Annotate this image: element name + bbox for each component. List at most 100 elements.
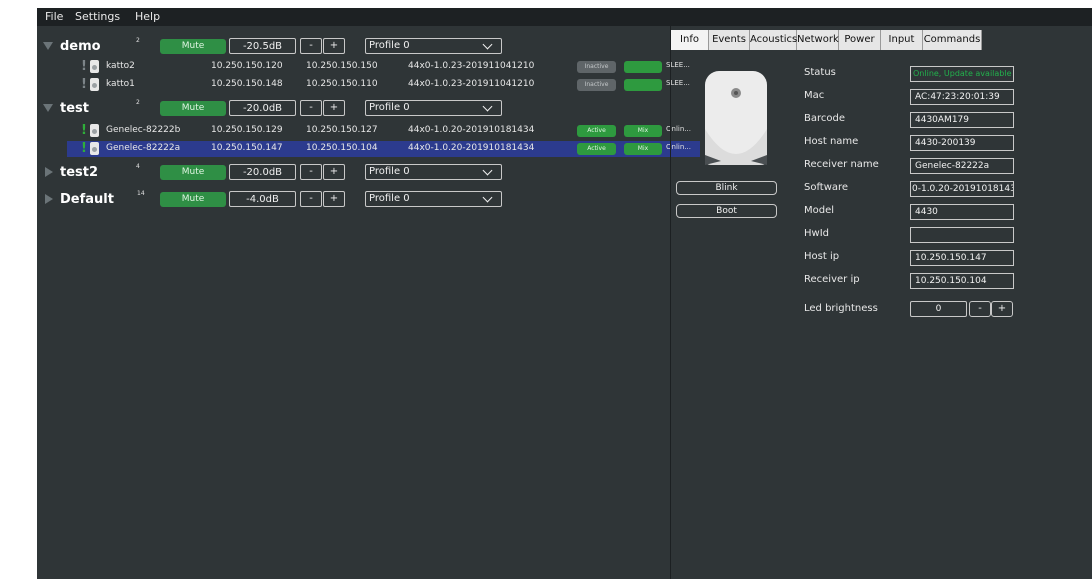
volume-up-button[interactable]: +: [323, 100, 345, 116]
hostname-label: Host name: [804, 136, 859, 147]
chevron-down-icon: [482, 192, 493, 203]
volume-field[interactable]: -20.0dB: [229, 164, 296, 180]
mix-button[interactable]: Mix: [624, 143, 662, 155]
mix-button[interactable]: [624, 61, 662, 73]
volume-field[interactable]: -4.0dB: [229, 191, 296, 207]
receiver-ip-field[interactable]: 10.250.150.104: [910, 273, 1014, 289]
tab-network[interactable]: Network: [797, 30, 839, 50]
profile-select[interactable]: Profile 0: [365, 164, 502, 180]
warning-icon: !: [81, 141, 87, 156]
group-name: test: [60, 101, 89, 116]
group-row-test2: test2 4 Mute -20.0dB - + Profile 0: [37, 162, 537, 184]
speaker-icon: [90, 124, 99, 137]
status-badge: Inactive: [577, 79, 616, 91]
menu-settings[interactable]: Settings: [75, 10, 120, 23]
menu-file[interactable]: File: [45, 10, 63, 23]
hostname-field[interactable]: 4430-200139: [910, 135, 1014, 151]
device-info-panel: Info Events Acoustics Network Power Inpu…: [670, 26, 1092, 579]
profile-select[interactable]: Profile 0: [365, 38, 502, 54]
device-receiver-ip: 10.250.150.110: [306, 79, 378, 89]
group-name: Default: [60, 192, 114, 207]
device-firmware: 44x0-1.0.23-201911041210: [408, 61, 535, 71]
receiver-name-field[interactable]: Genelec-82222a: [910, 158, 1014, 174]
led-brightness-field[interactable]: 0: [910, 301, 967, 317]
volume-down-button[interactable]: -: [300, 38, 322, 54]
collapse-arrow-icon[interactable]: [43, 42, 53, 50]
volume-up-button[interactable]: +: [323, 164, 345, 180]
blink-button[interactable]: Blink: [676, 181, 777, 195]
tab-input[interactable]: Input: [881, 30, 923, 50]
led-increase-button[interactable]: +: [991, 301, 1013, 317]
device-name: katto2: [106, 61, 135, 71]
volume-down-button[interactable]: -: [300, 100, 322, 116]
volume-field[interactable]: -20.5dB: [229, 38, 296, 54]
host-ip-field[interactable]: 10.250.150.147: [910, 250, 1014, 266]
led-decrease-button[interactable]: -: [969, 301, 991, 317]
status-badge: Inactive: [577, 61, 616, 73]
collapse-arrow-icon[interactable]: [43, 104, 53, 112]
tab-events[interactable]: Events: [709, 30, 750, 50]
device-row-katto2[interactable]: ! katto2 10.250.150.120 10.250.150.150 4…: [70, 59, 700, 75]
barcode-field[interactable]: 4430AM179: [910, 112, 1014, 128]
device-name: Genelec-82222b: [106, 125, 181, 135]
tab-commands[interactable]: Commands: [923, 30, 982, 50]
device-receiver-ip: 10.250.150.127: [306, 125, 378, 135]
mix-button[interactable]: Mix: [624, 125, 662, 137]
group-count: 2: [136, 99, 140, 106]
volume-up-button[interactable]: +: [323, 191, 345, 207]
profile-select[interactable]: Profile 0: [365, 191, 502, 207]
mute-button[interactable]: Mute: [160, 165, 226, 180]
group-count: 14: [137, 190, 145, 197]
boot-button[interactable]: Boot: [676, 204, 777, 218]
mute-button[interactable]: Mute: [160, 101, 226, 116]
mac-label: Mac: [804, 90, 825, 101]
device-row-genelec-82222b[interactable]: ! Genelec-82222b 10.250.150.129 10.250.1…: [70, 123, 700, 139]
speaker-icon: [90, 60, 99, 73]
speaker-icon: [90, 78, 99, 91]
group-row-test: test 2 Mute -20.0dB - + Profile 0: [37, 98, 537, 120]
hwid-field[interactable]: [910, 227, 1014, 243]
tab-acoustics[interactable]: Acoustics: [750, 30, 797, 50]
device-name: katto1: [106, 79, 135, 89]
device-host-ip: 10.250.150.129: [211, 125, 283, 135]
expand-arrow-icon[interactable]: [45, 194, 53, 204]
device-firmware: 44x0-1.0.23-201911041210: [408, 79, 535, 89]
menu-help[interactable]: Help: [135, 10, 160, 23]
device-name: Genelec-82222a: [106, 143, 181, 153]
volume-down-button[interactable]: -: [300, 191, 322, 207]
device-row-katto1[interactable]: ! katto1 10.250.150.148 10.250.150.110 4…: [70, 77, 700, 93]
profile-select-value: Profile 0: [369, 40, 410, 51]
tab-power[interactable]: Power: [839, 30, 881, 50]
mute-button[interactable]: Mute: [160, 39, 226, 54]
warning-icon: !: [81, 123, 87, 138]
status-field: Online, Update available: [910, 66, 1014, 82]
profile-select[interactable]: Profile 0: [365, 100, 502, 116]
device-host-ip: 10.250.150.120: [211, 61, 283, 71]
device-host-ip: 10.250.150.147: [211, 143, 283, 153]
group-name: demo: [60, 39, 101, 54]
expand-arrow-icon[interactable]: [45, 167, 53, 177]
group-count: 2: [136, 37, 140, 44]
volume-field[interactable]: -20.0dB: [229, 100, 296, 116]
status-badge: Active: [577, 143, 616, 155]
menu-bar: File Settings Help: [37, 8, 1092, 26]
app-window: File Settings Help demo 2 Mute -20.5dB -…: [37, 8, 1092, 579]
status-label: Status: [804, 67, 836, 78]
hwid-label: HwId: [804, 228, 829, 239]
software-field[interactable]: 0-1.0.20-201910181434: [910, 181, 1014, 197]
profile-select-value: Profile 0: [369, 166, 410, 177]
group-name: test2: [60, 165, 99, 180]
group-count: 4: [136, 163, 140, 170]
mac-field[interactable]: AC:47:23:20:01:39: [910, 89, 1014, 105]
warning-icon: !: [81, 77, 87, 92]
device-row-genelec-82222a[interactable]: ! Genelec-82222a 10.250.150.147 10.250.1…: [67, 141, 700, 157]
device-receiver-ip: 10.250.150.104: [306, 143, 378, 153]
mix-button[interactable]: [624, 79, 662, 91]
tab-info[interactable]: Info: [671, 30, 709, 50]
mute-button[interactable]: Mute: [160, 192, 226, 207]
group-row-demo: demo 2 Mute -20.5dB - + Profile 0: [37, 36, 537, 58]
volume-down-button[interactable]: -: [300, 164, 322, 180]
model-field[interactable]: 4430: [910, 204, 1014, 220]
status-badge: Active: [577, 125, 616, 137]
volume-up-button[interactable]: +: [323, 38, 345, 54]
